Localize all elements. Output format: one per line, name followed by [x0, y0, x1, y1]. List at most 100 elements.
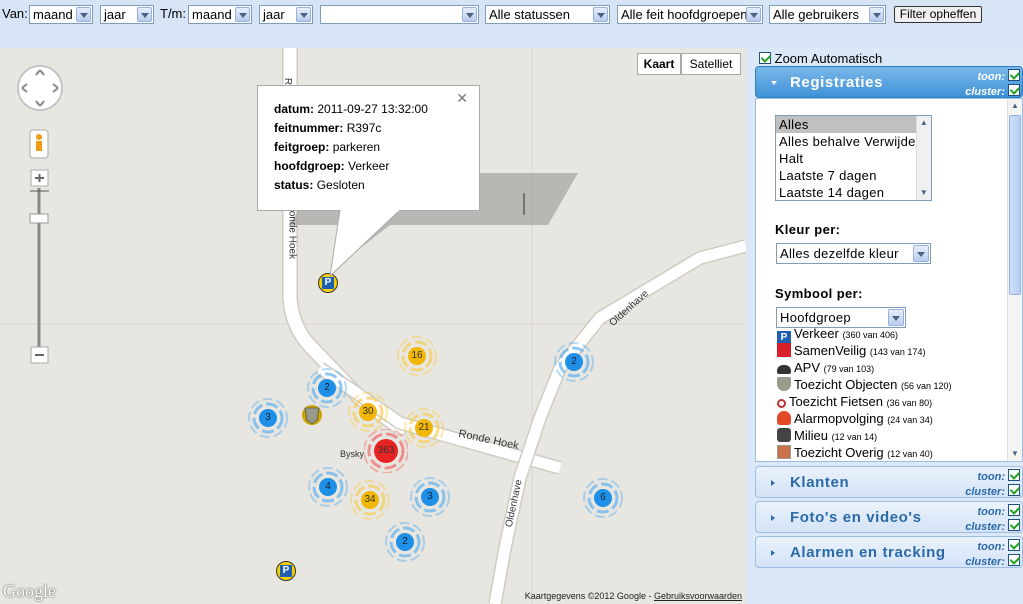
status-label: status:: [274, 178, 314, 192]
map-type-satellite-button[interactable]: Satelliet: [681, 53, 741, 75]
toon-checkbox[interactable]: [1008, 69, 1020, 81]
van-year-select[interactable]: jaar: [100, 5, 154, 24]
kleur-select[interactable]: Alles dezelfde kleur: [776, 243, 931, 264]
van-month-select[interactable]: maand: [29, 5, 93, 24]
symbol-name: Alarmopvolging: [794, 411, 884, 426]
cluster-checkbox[interactable]: [1008, 519, 1020, 531]
cluster-marker[interactable]: 30: [346, 390, 390, 434]
section-title: Alarmen en tracking: [790, 544, 946, 561]
close-icon[interactable]: ✕: [456, 90, 468, 107]
cluster-count: 21: [418, 422, 430, 433]
map-attribution: Kaartgegevens ©2012 Google - Gebruiksvoo…: [524, 591, 742, 601]
checkbox-icon[interactable]: [759, 52, 771, 64]
hoofdgroep-select[interactable]: Alle feit hoofdgroepen: [617, 5, 763, 24]
symbool-select[interactable]: Hoofdgroep: [776, 307, 906, 328]
kleur-label: Kleur per:: [775, 222, 841, 237]
symbol-legend-item: SamenVeilig (143 van 174): [777, 343, 925, 358]
symbol-count: (36 van 80): [886, 398, 933, 408]
chevron-right-icon: [771, 550, 775, 556]
symbol-name: Toezicht Objecten: [794, 377, 898, 392]
cluster-marker[interactable]: 363: [363, 428, 409, 474]
scroll-up-icon[interactable]: ▲: [1010, 101, 1020, 111]
google-logo: Google: [3, 581, 56, 601]
cluster-checkbox[interactable]: [1008, 554, 1020, 566]
symbol-name: APV: [794, 360, 821, 375]
scroll-up-icon[interactable]: ▲: [919, 118, 929, 128]
pan-control[interactable]: [18, 66, 62, 110]
section-klanten[interactable]: Klanten toon: cluster:: [755, 466, 1023, 498]
cluster-marker[interactable]: 2: [552, 340, 596, 384]
scroll-down-icon[interactable]: ▼: [919, 188, 929, 198]
list-item[interactable]: Laatste 7 dagen: [776, 167, 931, 184]
symbol-legend-item: Milieu (12 van 14): [777, 428, 877, 443]
cluster-count: 30: [362, 406, 374, 417]
list-item[interactable]: Halt: [776, 150, 931, 167]
zoom-in-button[interactable]: [31, 170, 48, 186]
cluster-marker[interactable]: 34: [348, 478, 392, 522]
toon-checkbox[interactable]: [1008, 539, 1020, 551]
filter-bar: Van: maand jaar T/m: maand jaar Alle sta…: [0, 0, 1023, 48]
tm-year-select[interactable]: jaar: [259, 5, 313, 24]
map-type-kaart-button[interactable]: Kaart: [637, 53, 681, 75]
gebruikers-select[interactable]: Alle gebruikers: [769, 5, 886, 24]
symbol-name: Milieu: [794, 428, 828, 443]
cluster-count: 6: [600, 492, 606, 503]
symbol-legend-item: Alarmopvolging (24 van 34): [777, 411, 933, 426]
symbol-legend-item: Toezicht Overig (12 van 40): [777, 445, 933, 460]
chevron-down-icon: [771, 81, 777, 85]
toon-checkbox[interactable]: [1008, 504, 1020, 516]
list-scrollbar[interactable]: ▲ ▼: [916, 116, 931, 200]
cluster-marker[interactable]: 3: [246, 396, 290, 440]
section-alarmen[interactable]: Alarmen en tracking toon: cluster:: [755, 536, 1023, 568]
list-item[interactable]: Alles: [776, 116, 931, 133]
parking-marker[interactable]: P: [276, 561, 296, 581]
chevron-down-icon: [869, 7, 884, 22]
section-title: Klanten: [790, 474, 850, 491]
blank-select[interactable]: [320, 5, 479, 24]
cluster-count: 2: [402, 536, 408, 547]
list-item[interactable]: Alles behalve Verwijderd: [776, 133, 931, 150]
chevron-down-icon: [137, 7, 152, 22]
section-registraties[interactable]: Registraties toon: cluster:: [755, 66, 1023, 98]
cluster-marker[interactable]: 2: [305, 366, 349, 410]
cluster-checkbox[interactable]: [1008, 484, 1020, 496]
cluster-marker[interactable]: 16: [395, 334, 439, 378]
symbol-count: (12 van 14): [831, 432, 878, 442]
info-window-tail: [329, 210, 401, 278]
period-listbox[interactable]: Alles Alles behalve Verwijderd Halt Laat…: [775, 115, 932, 201]
zoom-out-button[interactable]: [31, 347, 48, 363]
shield-icon: [777, 377, 791, 391]
scroll-down-icon[interactable]: ▼: [1010, 449, 1020, 459]
panel-scrollbar[interactable]: ▲ ▼: [1007, 99, 1022, 461]
symbol-legend-item: APV (79 van 103): [777, 360, 874, 375]
scroll-thumb[interactable]: [1009, 115, 1021, 295]
map[interactable]: Kaart Satelliet R Ronde Hoek Ronde Hoek …: [0, 48, 746, 604]
clear-filter-button[interactable]: Filter opheffen: [894, 6, 982, 23]
symbol-count: (24 van 34): [887, 415, 933, 425]
zoom-slider-handle[interactable]: [30, 214, 48, 223]
zoom-auto-toggle[interactable]: Zoom Automatisch: [759, 51, 882, 66]
cluster-checkbox[interactable]: [1008, 84, 1020, 96]
symbol-legend-item: Toezicht Objecten (56 van 120): [777, 377, 952, 392]
datum-label: datum:: [274, 102, 314, 116]
cluster-marker[interactable]: 3: [408, 475, 452, 519]
terms-link[interactable]: Gebruiksvoorwaarden: [654, 591, 742, 601]
section-fotos[interactable]: Foto's en video's toon: cluster:: [755, 501, 1023, 533]
chevron-down-icon: [296, 7, 311, 22]
tm-month-select[interactable]: maand: [188, 5, 252, 24]
cluster-marker[interactable]: 2: [383, 520, 427, 564]
chevron-down-icon: [76, 7, 91, 22]
section-options: toon: cluster:: [965, 504, 1020, 534]
chevron-down-icon: [235, 7, 250, 22]
pegman-icon[interactable]: [30, 130, 48, 158]
section-options: toon: cluster:: [965, 539, 1020, 569]
cluster-marker[interactable]: 6: [581, 476, 625, 520]
other-icon: [777, 445, 791, 459]
cluster-marker[interactable]: 21: [402, 406, 446, 450]
symbol-count: (12 van 40): [887, 449, 933, 459]
toon-checkbox[interactable]: [1008, 469, 1020, 481]
list-item[interactable]: Laatste 14 dagen: [776, 184, 931, 200]
cluster-marker[interactable]: 4: [306, 465, 350, 509]
status-select[interactable]: Alle statussen: [485, 5, 610, 24]
cluster-count: 363: [377, 445, 395, 456]
